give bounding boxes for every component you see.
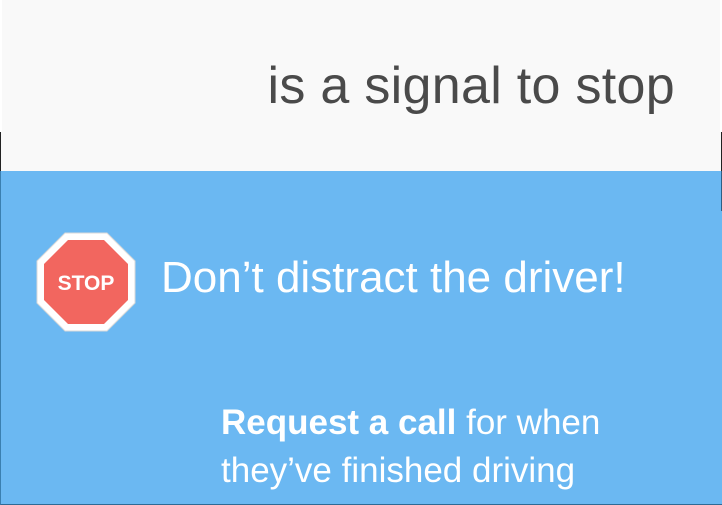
request-call-message: Request a call for when they’ve finished… — [221, 399, 600, 495]
header-text: is a signal to stop — [267, 57, 675, 115]
request-line-1: Request a call for when — [221, 399, 600, 447]
stop-sign-label: STOP — [58, 272, 115, 295]
request-call-link[interactable]: Request a call — [221, 403, 456, 442]
notification-screen: is a signal to stop STOP Don’t distract … — [0, 0, 722, 505]
main-message: Don’t distract the driver! — [161, 253, 626, 302]
content-panel: STOP Don’t distract the driver! Request … — [0, 171, 722, 505]
request-line-1-rest: for when — [456, 403, 601, 442]
request-line-2: they’ve finished driving — [221, 451, 576, 490]
stop-sign-icon: STOP — [36, 232, 136, 332]
header-panel: is a signal to stop — [0, 0, 722, 171]
